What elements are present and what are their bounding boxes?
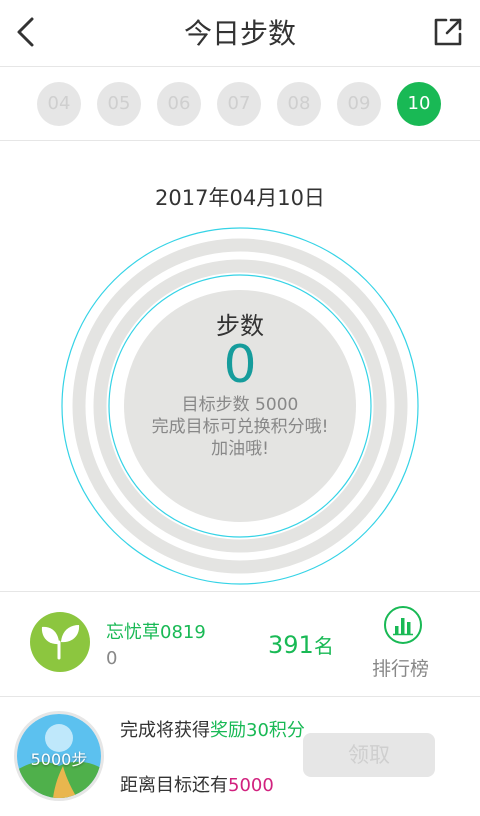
user-steps: 0 <box>106 648 118 669</box>
date-10-button[interactable]: 10 <box>397 82 441 126</box>
hint-text-2: 加油哦! <box>211 439 269 459</box>
rank-number: 391 <box>268 631 314 659</box>
claim-button[interactable]: 领取 <box>303 733 435 777</box>
hint-text-1: 完成目标可兑换积分哦! <box>151 417 329 437</box>
date-selector: 04 05 06 07 08 09 10 <box>0 66 480 141</box>
date-07-button[interactable]: 07 <box>217 82 261 126</box>
avatar <box>30 612 90 672</box>
share-button[interactable] <box>430 14 466 50</box>
bar-chart-icon <box>393 618 413 636</box>
leaderboard-button[interactable] <box>384 606 422 644</box>
reward-points: 奖励30积分 <box>210 720 305 741</box>
date-05-button[interactable]: 05 <box>97 82 141 126</box>
reward-prefix: 完成将获得 <box>120 720 210 741</box>
reward-badge: 5000步 <box>14 711 104 801</box>
remaining-value: 5000 <box>228 775 274 796</box>
goal-steps-text: 目标步数 5000 <box>181 395 299 415</box>
user-name: 忘忧草0819 <box>106 622 206 643</box>
date-08-button[interactable]: 08 <box>277 82 321 126</box>
ranking-row: 忘忧草0819 0 391名 排行榜 <box>0 592 480 696</box>
sprout-icon <box>41 625 80 660</box>
full-date-label: 2017年04月10日 <box>155 186 325 210</box>
steps-value: 0 <box>223 335 257 395</box>
badge-text: 5000步 <box>30 750 88 769</box>
remaining-prefix: 距离目标还有 <box>120 775 228 796</box>
steps-summary: 步数 0 目标步数 5000 完成目标可兑换积分哦! 加油哦! <box>124 312 356 460</box>
rank-suffix: 名 <box>313 634 334 658</box>
remaining-steps: 距离目标还有5000 <box>120 771 274 797</box>
page-title: 今日步数 <box>183 17 296 50</box>
date-04-button[interactable]: 04 <box>37 82 81 126</box>
reward-description: 完成将获得奖励30积分 <box>120 719 310 743</box>
reward-row: 5000步 完成将获得奖励30积分 距离目标还有5000 领取 <box>0 697 480 816</box>
rank-position: 391名 <box>268 630 334 659</box>
date-09-button[interactable]: 09 <box>337 82 381 126</box>
date-06-button[interactable]: 06 <box>157 82 201 126</box>
header-bar: 今日步数 <box>0 0 480 67</box>
share-icon <box>434 18 462 46</box>
leaderboard-label[interactable]: 排行榜 <box>372 654 429 681</box>
